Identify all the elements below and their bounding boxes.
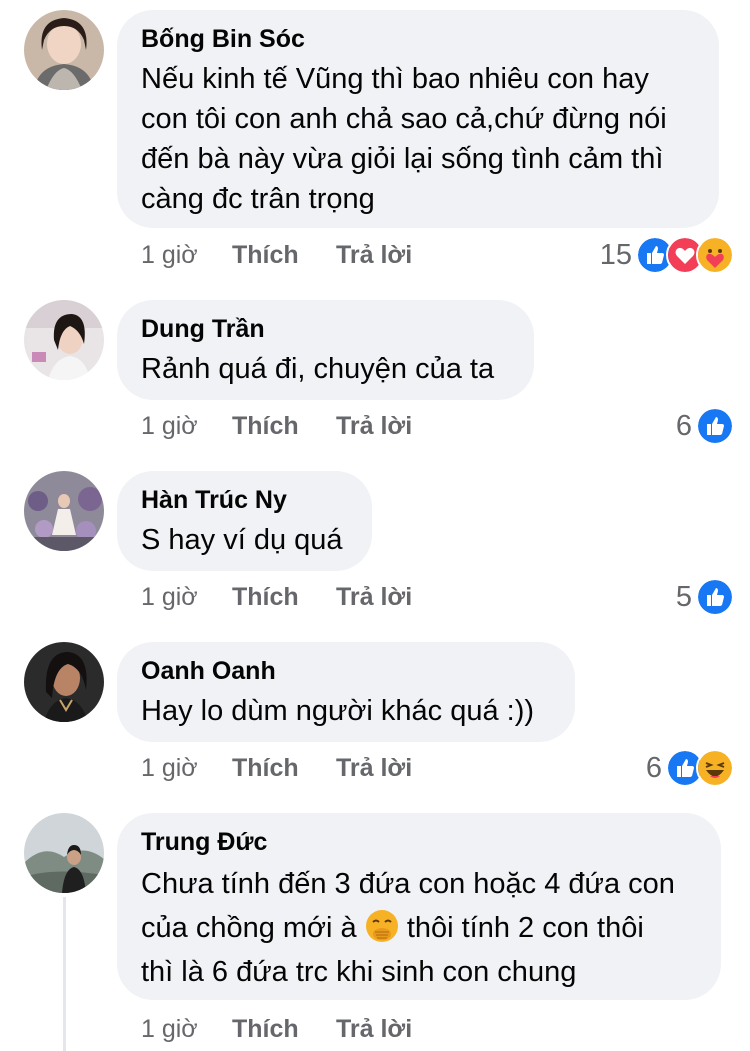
timestamp[interactable]: 1 giờ [141, 753, 232, 783]
comment-text: Chưa tính đến 3 đứa con hoặc 4 đứa con c… [141, 868, 675, 988]
reaction-summary[interactable]: 6 [676, 407, 734, 445]
comment-text: Nếu kinh tế Vũng thì bao nhiêu con hay c… [141, 63, 667, 215]
comment-actions: 1 giờ Thích Trả lời [141, 240, 412, 270]
like-button[interactable]: Thích [232, 582, 336, 612]
reply-button[interactable]: Trả lời [336, 582, 412, 612]
reaction-count: 5 [675, 580, 692, 613]
reaction-summary[interactable]: 15 [600, 236, 734, 274]
thread-line [63, 897, 66, 1051]
timestamp[interactable]: 1 giờ [141, 1014, 232, 1044]
reaction-summary[interactable]: 5 [676, 578, 734, 616]
reply-button[interactable]: Trả lời [336, 411, 412, 441]
comment-actions: 1 giờ Thích Trả lời [141, 582, 412, 612]
author-name[interactable]: Oanh Oanh [141, 656, 551, 686]
like-icon [696, 578, 734, 616]
like-icon [696, 407, 734, 445]
reaction-count: 6 [645, 751, 662, 784]
comment-text: S hay ví dụ quá [141, 524, 343, 556]
like-button[interactable]: Thích [232, 1014, 336, 1044]
avatar[interactable] [24, 813, 104, 893]
like-button[interactable]: Thích [232, 753, 336, 783]
timestamp[interactable]: 1 giờ [141, 411, 232, 441]
comment-bubble: Trung Đức Chưa tính đến 3 đứa con hoặc 4… [117, 813, 721, 1000]
reaction-count: 15 [599, 238, 632, 271]
avatar[interactable] [24, 300, 104, 380]
reply-button[interactable]: Trả lời [336, 240, 412, 270]
comment-bubble: Hàn Trúc Ny S hay ví dụ quá [117, 471, 372, 571]
comment-text: Rảnh quá đi, chuyện của ta [141, 353, 495, 385]
reaction-summary[interactable]: 6 [646, 749, 734, 787]
author-name[interactable]: Trung Đức [141, 827, 697, 857]
comment-bubble: Dung Trần Rảnh quá đi, chuyện của ta [117, 300, 534, 400]
author-name[interactable]: Dung Trần [141, 314, 510, 344]
comment-actions: 1 giờ Thích Trả lời [141, 753, 412, 783]
author-name[interactable]: Bống Bin Sóc [141, 24, 695, 54]
timestamp[interactable]: 1 giờ [141, 240, 232, 270]
reaction-count: 6 [675, 409, 692, 442]
comment-actions: 1 giờ Thích Trả lời [141, 1014, 412, 1044]
comment-actions: 1 giờ Thích Trả lời [141, 411, 412, 441]
care-icon [696, 236, 734, 274]
author-name[interactable]: Hàn Trúc Ny [141, 485, 348, 515]
comment-text: Hay lo dùm người khác quá :)) [141, 695, 535, 727]
comment-bubble: Oanh Oanh Hay lo dùm người khác quá :)) [117, 642, 575, 742]
haha-icon [696, 749, 734, 787]
comment-bubble: Bống Bin Sóc Nếu kinh tế Vũng thì bao nh… [117, 10, 719, 228]
like-button[interactable]: Thích [232, 411, 336, 441]
avatar[interactable] [24, 10, 104, 90]
hand-over-mouth-emoji-icon [365, 910, 398, 942]
avatar[interactable] [24, 471, 104, 551]
reply-button[interactable]: Trả lời [336, 753, 412, 783]
reply-button[interactable]: Trả lời [336, 1014, 412, 1044]
avatar[interactable] [24, 642, 104, 722]
timestamp[interactable]: 1 giờ [141, 582, 232, 612]
like-button[interactable]: Thích [232, 240, 336, 270]
